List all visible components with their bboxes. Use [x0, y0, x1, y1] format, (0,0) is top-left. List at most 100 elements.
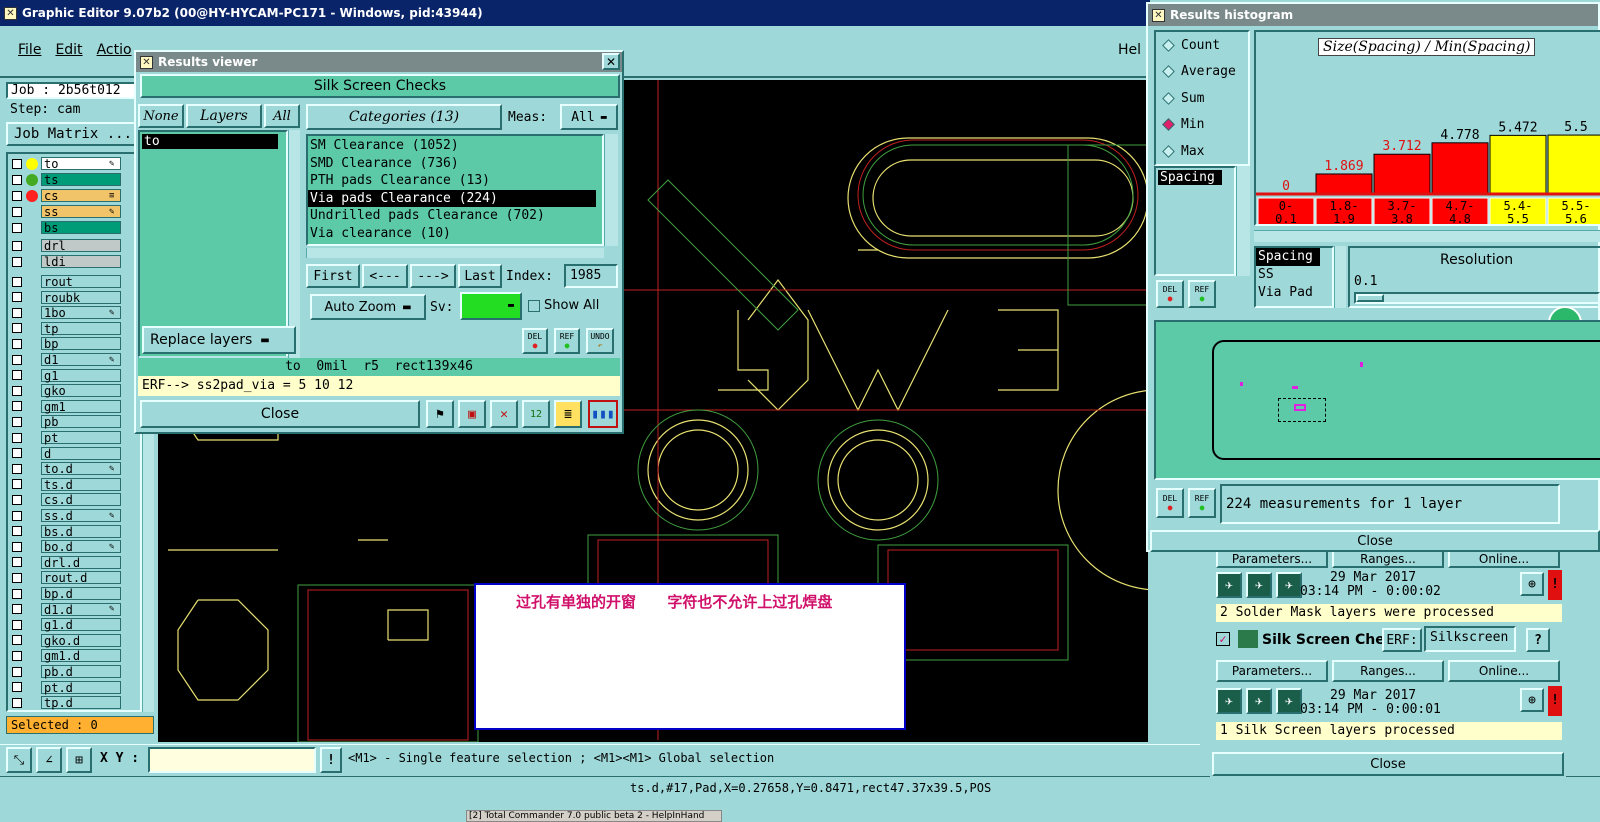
layer-row[interactable]: d1.d ✎: [8, 602, 121, 617]
layer-row[interactable]: bs: [8, 220, 121, 235]
menu-item-actio[interactable]: Actio: [97, 42, 132, 58]
tool-report-button[interactable]: ▣: [458, 400, 486, 428]
layer-row[interactable]: ts.d: [8, 477, 121, 492]
layer-row[interactable]: rout.d: [8, 570, 121, 585]
category-hscroll[interactable]: [306, 248, 604, 258]
layer-row[interactable]: bp.d: [8, 586, 121, 601]
layer-row[interactable]: pb.d: [8, 664, 121, 679]
category-item[interactable]: Via pads Clearance (224): [308, 189, 596, 207]
category-item[interactable]: PTH pads Clearance (13): [308, 172, 596, 190]
layer-row[interactable]: gm1: [8, 399, 121, 414]
chart-hscroll[interactable]: [1254, 230, 1600, 242]
measure-list-item[interactable]: Spacing: [1158, 170, 1222, 185]
categories-button[interactable]: Categories (13): [306, 104, 502, 130]
layer-checkbox[interactable]: [12, 292, 22, 303]
layer-checkbox[interactable]: [12, 448, 22, 459]
erf-field[interactable]: Silkscreen: [1424, 626, 1516, 652]
checkbox-silk[interactable]: ✓: [1216, 632, 1230, 646]
next-button[interactable]: --->: [410, 264, 456, 288]
layer-checkbox[interactable]: [12, 276, 22, 287]
last-button[interactable]: Last: [458, 264, 502, 288]
layer-checkbox[interactable]: [12, 635, 22, 646]
layer-checkbox[interactable]: [12, 158, 22, 169]
layer-row[interactable]: bp: [8, 336, 121, 351]
viewer-close-x-button[interactable]: ✕: [602, 53, 620, 70]
alert-button[interactable]: !: [320, 747, 342, 773]
layer-row[interactable]: gm1.d: [8, 648, 121, 663]
layer-row[interactable]: 1bo ✎: [8, 305, 121, 320]
layers-button[interactable]: Layers: [186, 104, 262, 128]
menu-item-file[interactable]: File: [18, 42, 41, 58]
meas-select[interactable]: All ▬: [560, 104, 618, 130]
histogram-bar[interactable]: [1373, 153, 1431, 195]
run-icon-2a[interactable]: ✈: [1216, 688, 1242, 714]
ranges-button-2[interactable]: Ranges...: [1332, 660, 1444, 682]
zoom-button-1[interactable]: ⊕: [1520, 572, 1544, 596]
checklist-close-button[interactable]: Close: [1212, 752, 1564, 776]
layer-row[interactable]: d1 ✎: [8, 352, 121, 367]
layer-checkbox[interactable]: [12, 510, 22, 521]
category-item[interactable]: Undrilled pads Clearance (702): [308, 207, 596, 225]
layer-checkbox[interactable]: [12, 206, 22, 217]
run-icon-1c[interactable]: ✈: [1276, 572, 1302, 598]
preview-pane[interactable]: [1154, 320, 1600, 480]
layer-row[interactable]: gko: [8, 383, 121, 398]
layer-checkbox[interactable]: [12, 572, 22, 583]
run-icon-2c[interactable]: ✈: [1276, 688, 1302, 714]
histogram-close-button[interactable]: Close: [1150, 530, 1600, 552]
taskbar-item[interactable]: [2] Total Commander 7.0 public beta 2 - …: [466, 810, 722, 822]
online-button-2[interactable]: Online...: [1448, 660, 1560, 682]
layer-checkbox[interactable]: [12, 604, 22, 615]
layer-row[interactable]: g1: [8, 368, 121, 383]
aggregate-option-average[interactable]: Average: [1156, 59, 1248, 86]
all-layers-button[interactable]: All: [264, 104, 300, 128]
histogram-bar[interactable]: [1315, 173, 1373, 195]
layer-checkbox[interactable]: [12, 323, 22, 334]
auto-zoom-button[interactable]: Auto Zoom ▬: [310, 294, 426, 320]
measure-tool-button[interactable]: ∠: [36, 747, 62, 773]
zoom-tool-button[interactable]: ⤡: [6, 747, 32, 773]
histogram-bar[interactable]: [1547, 134, 1600, 195]
meas-item[interactable]: SS: [1256, 266, 1332, 284]
category-item[interactable]: SMD Clearance (736): [308, 155, 596, 173]
aggregate-option-sum[interactable]: Sum: [1156, 85, 1248, 112]
layer-row[interactable]: ss.d ✎: [8, 508, 121, 523]
layer-checkbox[interactable]: [12, 385, 22, 396]
layer-checkbox[interactable]: [12, 190, 22, 201]
layer-checkbox[interactable]: [12, 307, 22, 318]
layer-row[interactable]: tp: [8, 321, 121, 336]
tool-histogram-button[interactable]: ▮▮▮: [588, 400, 618, 428]
hist-ref-button[interactable]: REF ●: [1188, 280, 1216, 308]
meas-item[interactable]: Spacing: [1256, 248, 1320, 266]
none-button[interactable]: None: [138, 104, 184, 128]
hist-del-button[interactable]: DEL ●: [1156, 280, 1184, 308]
layer-row[interactable]: pt.d: [8, 680, 121, 695]
replace-layers-button[interactable]: Replace layers ▬: [142, 326, 296, 354]
menu-item-edit[interactable]: Edit: [55, 42, 82, 58]
layer-row[interactable]: to.d ✎: [8, 461, 121, 476]
layer-checkbox[interactable]: [12, 666, 22, 677]
measure-list-scrollbar[interactable]: [1236, 166, 1250, 276]
histogram-bar[interactable]: [1489, 134, 1547, 195]
category-vscroll[interactable]: [604, 134, 618, 246]
category-item[interactable]: Via clearance (10): [308, 225, 596, 243]
layer-checkbox[interactable]: [12, 479, 22, 490]
layer-checkbox[interactable]: [12, 370, 22, 381]
online-button-1[interactable]: Online...: [1448, 550, 1560, 568]
layer-row[interactable]: gko.d: [8, 633, 121, 648]
layer-row[interactable]: g1.d: [8, 617, 121, 632]
viewer-ref-button[interactable]: REF ●: [554, 328, 580, 354]
layer-checkbox[interactable]: [12, 697, 22, 708]
meas-item[interactable]: Via Pad: [1256, 284, 1332, 302]
layer-row[interactable]: drl.d: [8, 555, 121, 570]
parameters-button-2[interactable]: Parameters...: [1216, 660, 1328, 682]
layer-checkbox[interactable]: [12, 541, 22, 552]
tool-ref-button[interactable]: ✕: [490, 400, 518, 428]
preview-ref-button[interactable]: REF ●: [1188, 488, 1216, 518]
viewer-undo-button[interactable]: UNDO ↶: [586, 328, 614, 354]
layer-row[interactable]: pt: [8, 430, 121, 445]
tool-notes-button[interactable]: ≣: [554, 400, 582, 428]
category-item[interactable]: SM Clearance (1052): [308, 137, 596, 155]
layer-row[interactable]: to ✎: [8, 156, 121, 171]
layer-row[interactable]: ts: [8, 172, 121, 187]
